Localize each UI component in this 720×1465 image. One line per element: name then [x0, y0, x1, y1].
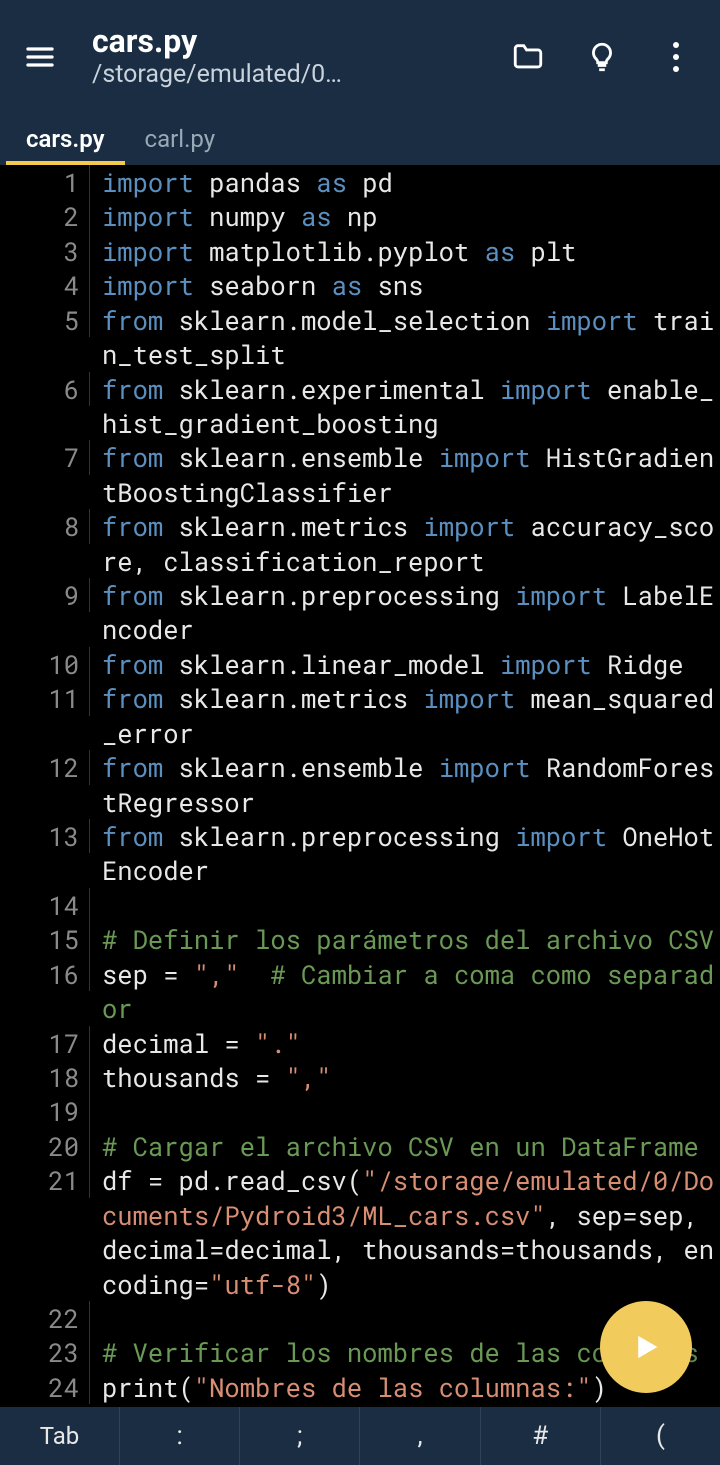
- line-number: 15: [0, 922, 90, 956]
- code-content[interactable]: from sklearn.ensemble import HistGradien…: [90, 440, 720, 509]
- code-line[interactable]: 1import pandas as pd: [0, 165, 720, 199]
- file-title: cars.py: [92, 24, 496, 59]
- code-content[interactable]: from sklearn.ensemble import RandomFores…: [90, 750, 720, 819]
- line-number: 12: [0, 750, 90, 784]
- key-symbol-3[interactable]: ,: [360, 1407, 480, 1465]
- key-symbol-4[interactable]: #: [481, 1407, 601, 1465]
- code-content[interactable]: import matplotlib.pyplot as plt: [90, 234, 720, 268]
- code-line[interactable]: 3import matplotlib.pyplot as plt: [0, 234, 720, 268]
- line-number: 4: [0, 268, 90, 302]
- key-tab[interactable]: Tab: [0, 1407, 120, 1465]
- code-content[interactable]: from sklearn.model_selection import trai…: [90, 303, 720, 372]
- code-line[interactable]: 21df = pd.read_csv("/storage/emulated/0/…: [0, 1163, 720, 1301]
- code-line[interactable]: 20# Cargar el archivo CSV en un DataFram…: [0, 1129, 720, 1163]
- code-line[interactable]: 19: [0, 1094, 720, 1128]
- code-line[interactable]: 10from sklearn.linear_model import Ridge: [0, 647, 720, 681]
- code-line[interactable]: 17decimal = ".": [0, 1026, 720, 1060]
- code-content[interactable]: from sklearn.experimental import enable_…: [90, 372, 720, 441]
- code-content[interactable]: decimal = ".": [90, 1026, 720, 1060]
- code-content[interactable]: from sklearn.linear_model import Ridge: [90, 647, 720, 681]
- title-block: cars.py /storage/emulated/0…: [92, 24, 496, 88]
- code-line[interactable]: 14: [0, 888, 720, 922]
- line-number: 13: [0, 819, 90, 853]
- code-content[interactable]: import numpy as np: [90, 199, 720, 233]
- line-number: 6: [0, 372, 90, 406]
- line-number: 7: [0, 440, 90, 474]
- lightbulb-icon: [585, 40, 619, 74]
- symbol-row: Tab:;,#(: [0, 1407, 720, 1465]
- code-content[interactable]: df = pd.read_csv("/storage/emulated/0/Do…: [90, 1163, 720, 1301]
- code-content[interactable]: # Cargar el archivo CSV en un DataFrame: [90, 1129, 720, 1163]
- line-number: 22: [0, 1301, 90, 1335]
- file-path: /storage/emulated/0…: [92, 60, 392, 89]
- code-line[interactable]: 11from sklearn.metrics import mean_squar…: [0, 681, 720, 750]
- line-number: 5: [0, 303, 90, 337]
- code-line[interactable]: 13from sklearn.preprocessing import OneH…: [0, 819, 720, 888]
- code-line[interactable]: 2import numpy as np: [0, 199, 720, 233]
- line-number: 14: [0, 888, 90, 922]
- tab-cars-py[interactable]: cars.py: [6, 113, 125, 165]
- tips-button[interactable]: [570, 25, 634, 89]
- code-line[interactable]: 9from sklearn.preprocessing import Label…: [0, 578, 720, 647]
- code-line[interactable]: 5from sklearn.model_selection import tra…: [0, 303, 720, 372]
- line-number: 2: [0, 199, 90, 233]
- code-line[interactable]: 8from sklearn.metrics import accuracy_sc…: [0, 509, 720, 578]
- line-number: 23: [0, 1335, 90, 1369]
- run-button[interactable]: [600, 1301, 692, 1393]
- header-bar: cars.py /storage/emulated/0…: [0, 0, 720, 113]
- key-symbol-5[interactable]: (: [601, 1407, 720, 1465]
- code-line[interactable]: 16sep = "," # Cambiar a coma como separa…: [0, 957, 720, 1026]
- hamburger-icon: [24, 41, 56, 73]
- tab-bar: cars.pycarl.py: [0, 113, 720, 165]
- line-number: 10: [0, 647, 90, 681]
- code-content[interactable]: [90, 888, 720, 922]
- code-content[interactable]: from sklearn.metrics import accuracy_sco…: [90, 509, 720, 578]
- code-line[interactable]: 18thousands = ",": [0, 1060, 720, 1094]
- code-editor[interactable]: 1import pandas as pd2import numpy as np3…: [0, 165, 720, 1407]
- folder-icon: [511, 40, 545, 74]
- code-content[interactable]: import pandas as pd: [90, 165, 720, 199]
- code-line[interactable]: 7from sklearn.ensemble import HistGradie…: [0, 440, 720, 509]
- code-content[interactable]: import seaborn as sns: [90, 268, 720, 302]
- line-number: 3: [0, 234, 90, 268]
- line-number: 11: [0, 681, 90, 715]
- line-number: 17: [0, 1026, 90, 1060]
- key-symbol-1[interactable]: :: [120, 1407, 240, 1465]
- code-content[interactable]: # Definir los parámetros del archivo CSV: [90, 922, 720, 956]
- code-content[interactable]: from sklearn.metrics import mean_squared…: [90, 681, 720, 750]
- line-number: 1: [0, 165, 90, 199]
- line-number: 20: [0, 1129, 90, 1163]
- key-symbol-2[interactable]: ;: [240, 1407, 360, 1465]
- open-folder-button[interactable]: [496, 25, 560, 89]
- code-content[interactable]: from sklearn.preprocessing import OneHot…: [90, 819, 720, 888]
- line-number: 19: [0, 1094, 90, 1128]
- code-line[interactable]: 15# Definir los parámetros del archivo C…: [0, 922, 720, 956]
- code-line[interactable]: 12from sklearn.ensemble import RandomFor…: [0, 750, 720, 819]
- overflow-button[interactable]: [644, 25, 708, 89]
- code-content[interactable]: sep = "," # Cambiar a coma como separado…: [90, 957, 720, 1026]
- menu-button[interactable]: [12, 29, 68, 85]
- kebab-icon: [673, 42, 679, 72]
- header-actions: [496, 25, 708, 89]
- line-number: 16: [0, 957, 90, 991]
- code-line[interactable]: 6from sklearn.experimental import enable…: [0, 372, 720, 441]
- line-number: 21: [0, 1163, 90, 1197]
- code-content[interactable]: from sklearn.preprocessing import LabelE…: [90, 578, 720, 647]
- line-number: 24: [0, 1370, 90, 1404]
- line-number: 8: [0, 509, 90, 543]
- line-number: 9: [0, 578, 90, 612]
- line-number: 18: [0, 1060, 90, 1094]
- tab-carl-py[interactable]: carl.py: [125, 113, 236, 165]
- play-icon: [629, 1330, 663, 1364]
- code-content[interactable]: [90, 1094, 720, 1128]
- code-content[interactable]: thousands = ",": [90, 1060, 720, 1094]
- code-line[interactable]: 4import seaborn as sns: [0, 268, 720, 302]
